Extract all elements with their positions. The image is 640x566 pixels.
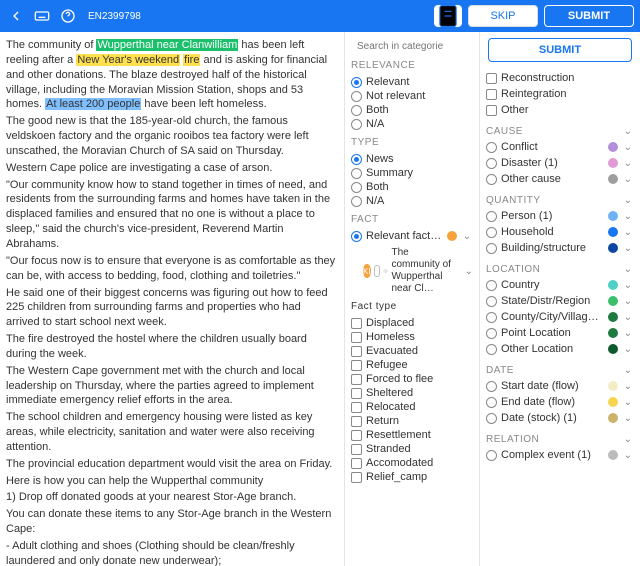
quantity-building[interactable]: Building/structure⌄: [484, 240, 636, 256]
relevance-heading: RELEVANCE: [351, 60, 475, 71]
quantity-household[interactable]: Household⌄: [484, 224, 636, 240]
location-heading: LOCATION: [486, 264, 540, 275]
facttype-reliefcamp[interactable]: Relief_camp: [349, 470, 475, 484]
location-country[interactable]: Country⌄: [484, 277, 636, 293]
fact-badge-icon: KI: [363, 264, 371, 278]
article-text: The community of Wupperthal near Clanwil…: [0, 32, 344, 566]
skip-button[interactable]: SKIP: [468, 5, 538, 27]
facttype-accomodated[interactable]: Accomodated: [349, 456, 475, 470]
chevron-down-icon[interactable]: ⌄: [622, 434, 634, 445]
fact-heading: FACT: [351, 214, 475, 225]
type-heading: TYPE: [351, 137, 475, 148]
facttype-relocated[interactable]: Relocated: [349, 400, 475, 414]
location-county[interactable]: County/City/Village (1)⌄: [484, 309, 636, 325]
fact-relevant[interactable]: Relevant fact (1) ⌄: [349, 229, 475, 243]
highlight-location[interactable]: Wupperthal near Clanwilliam: [96, 39, 238, 51]
search-row: [349, 38, 475, 54]
relevance-na[interactable]: N/A: [349, 117, 475, 131]
chevron-down-icon[interactable]: ⌄: [622, 195, 634, 206]
submit-right-button[interactable]: SUBMIT: [488, 38, 632, 62]
eye-icon[interactable]: [383, 265, 388, 277]
relation-heading: RELATION: [486, 434, 539, 445]
facttype-evacuated[interactable]: Evacuated: [349, 344, 475, 358]
chevron-left-icon[interactable]: [6, 6, 26, 26]
chevron-down-icon[interactable]: ⌄: [461, 231, 473, 242]
chevron-down-icon[interactable]: ⌄: [622, 126, 634, 137]
chevron-down-icon[interactable]: ⌄: [622, 365, 634, 376]
facttype-forced[interactable]: Forced to flee: [349, 372, 475, 386]
opt-other[interactable]: Other: [484, 102, 636, 118]
fact-dot-icon: [447, 231, 457, 241]
facttype-stranded[interactable]: Stranded: [349, 442, 475, 456]
date-heading: DATE: [486, 365, 514, 376]
annotation-right-panel: SUBMIT Reconstruction Reintegration Othe…: [480, 32, 640, 566]
relation-complex[interactable]: Complex event (1)⌄: [484, 447, 636, 463]
doc-id: EN2399798: [88, 11, 141, 22]
annotation-middle-panel: RELEVANCE Relevant Not relevant Both N/A…: [344, 32, 480, 566]
location-point[interactable]: Point Location⌄: [484, 325, 636, 341]
note-button[interactable]: [434, 5, 462, 27]
chevron-down-icon[interactable]: ⌄: [463, 266, 475, 277]
location-other[interactable]: Other Location⌄: [484, 341, 636, 357]
cause-conflict[interactable]: Conflict⌄: [484, 139, 636, 155]
location-state[interactable]: State/Distr/Region⌄: [484, 293, 636, 309]
quantity-heading: QUANTITY: [486, 195, 541, 206]
opt-reconstruction[interactable]: Reconstruction: [484, 70, 636, 86]
type-both[interactable]: Both: [349, 180, 475, 194]
type-news[interactable]: News: [349, 152, 475, 166]
cause-other[interactable]: Other cause⌄: [484, 171, 636, 187]
facttype-heading: Fact type: [351, 301, 475, 312]
fact-snippet: KI The community of Wupperthal near Cl… …: [363, 247, 475, 295]
relevance-not[interactable]: Not relevant: [349, 89, 475, 103]
type-na[interactable]: N/A: [349, 194, 475, 208]
highlight-quantity[interactable]: At least 200 people: [45, 98, 141, 110]
facttype-resettlement[interactable]: Resettlement: [349, 428, 475, 442]
relevance-relevant[interactable]: Relevant: [349, 75, 475, 89]
highlight-date[interactable]: New Year's weekend: [76, 54, 180, 66]
facttype-sheltered[interactable]: Sheltered: [349, 386, 475, 400]
search-input[interactable]: [357, 41, 480, 52]
facttype-homeless[interactable]: Homeless: [349, 330, 475, 344]
quantity-person[interactable]: Person (1)⌄: [484, 208, 636, 224]
relevance-both[interactable]: Both: [349, 103, 475, 117]
cause-heading: CAUSE: [486, 126, 523, 137]
facttype-refugee[interactable]: Refugee: [349, 358, 475, 372]
date-end[interactable]: End date (flow)⌄: [484, 394, 636, 410]
date-stock[interactable]: Date (stock) (1)⌄: [484, 410, 636, 426]
submit-button[interactable]: SUBMIT: [544, 5, 634, 27]
opt-reintegration[interactable]: Reintegration: [484, 86, 636, 102]
facttype-return[interactable]: Return: [349, 414, 475, 428]
keyboard-icon[interactable]: [32, 6, 52, 26]
top-bar: EN2399798 SKIP SUBMIT: [0, 0, 640, 32]
copy-icon[interactable]: [374, 265, 381, 277]
chevron-down-icon[interactable]: ⌄: [622, 264, 634, 275]
facttype-displaced[interactable]: Displaced: [349, 316, 475, 330]
type-summary[interactable]: Summary: [349, 166, 475, 180]
date-start[interactable]: Start date (flow)⌄: [484, 378, 636, 394]
cause-disaster[interactable]: Disaster (1)⌄: [484, 155, 636, 171]
highlight-cause[interactable]: fire: [183, 54, 200, 66]
help-icon[interactable]: [58, 6, 78, 26]
